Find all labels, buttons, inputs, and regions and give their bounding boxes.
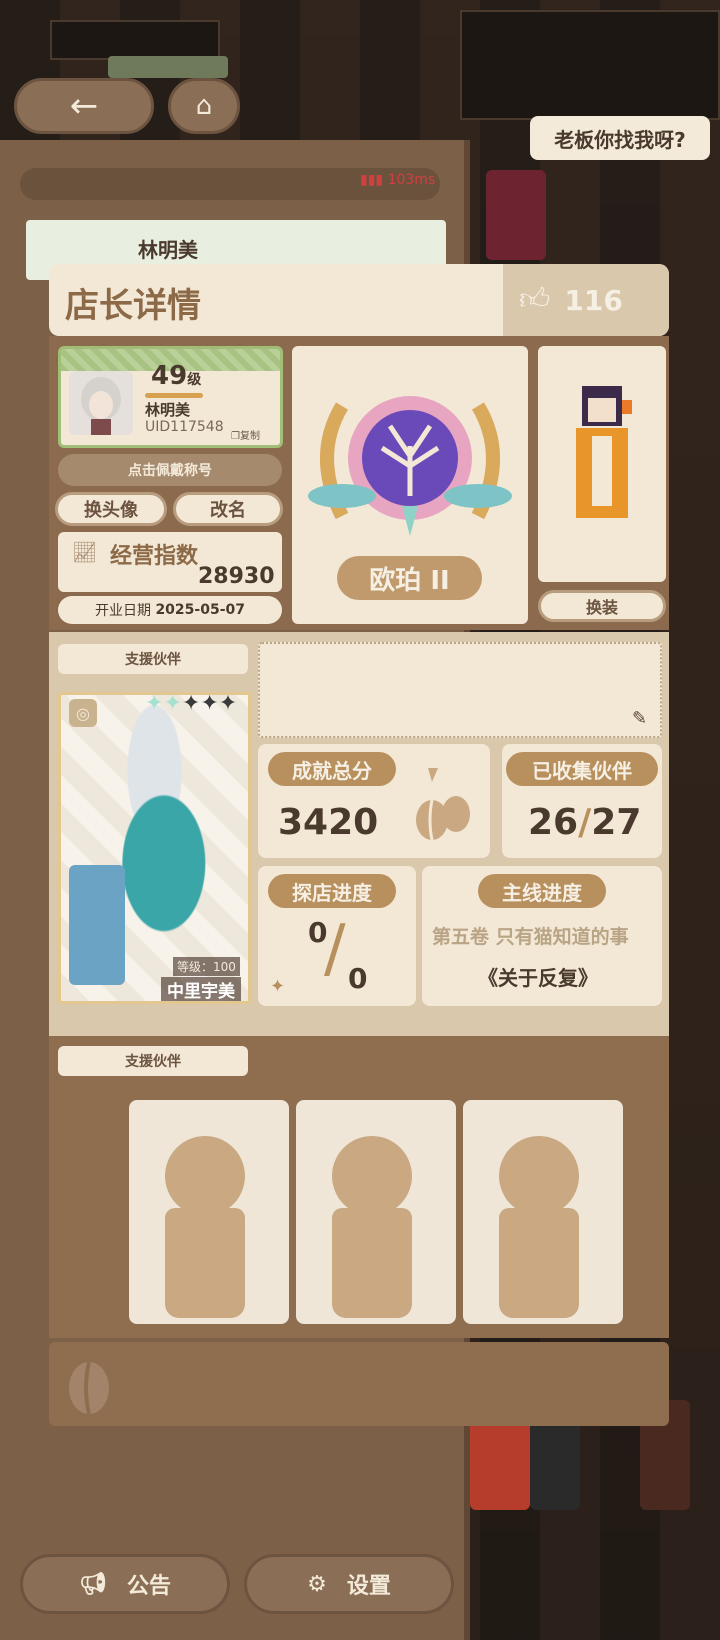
business-index-label: 经营指数 <box>110 544 199 569</box>
player-name: 林明美 <box>145 401 191 419</box>
achievement-value: 3420 <box>278 802 379 843</box>
rename-button[interactable]: 改名 <box>173 492 283 526</box>
star-icon: ✦ <box>163 692 182 716</box>
support-slot[interactable] <box>129 1100 289 1324</box>
home-button[interactable]: ⌂ <box>168 78 240 134</box>
rank-label: 欧珀 II <box>337 556 482 600</box>
notice-icon: 📢︎ <box>79 1571 107 1597</box>
star-icon: ✦ <box>200 692 219 716</box>
partner-level: 等级：100 <box>173 957 240 976</box>
collected-value: 26/27 <box>528 802 642 843</box>
partner-name: 中里宇美 <box>161 977 241 1001</box>
support-slot[interactable] <box>296 1100 456 1324</box>
collected-label: 已收集伙伴 <box>506 752 658 786</box>
coffee-bean-icon <box>416 768 470 841</box>
star-icon: ✦ <box>181 692 201 716</box>
business-index-card: 📈︎ 经营指数 28930 <box>58 532 282 592</box>
profile-card: 49级 林明美 UID117548 ❐复制 <box>58 346 283 448</box>
player-level: 49级 <box>151 361 202 391</box>
notice-button[interactable]: 📢︎ 公告 <box>20 1554 230 1614</box>
coffee-bean-icon <box>69 1361 109 1415</box>
change-outfit-button[interactable]: 换装 <box>538 590 666 622</box>
back-button[interactable]: ← <box>14 78 154 134</box>
network-ping: ▮▮▮ 103ms <box>360 172 436 188</box>
support-partner-card[interactable]: ◎ ✦✦✦✦✦ 等级：100 中里宇美 <box>58 692 251 1004</box>
level-progress-bar <box>145 393 203 398</box>
support-partner-label: 支援伙伴 <box>58 644 248 674</box>
explore-progress-card: 探店进度 0 / 0 ✦ <box>258 866 416 1006</box>
partner-element-icon: ◎ <box>69 699 97 727</box>
player-uid: UID117548 <box>145 419 224 435</box>
energy-bar <box>108 56 228 78</box>
story-label: 主线进度 <box>478 874 606 908</box>
pixel-character-girl <box>486 170 546 260</box>
signal-icon: ▮▮▮ <box>360 172 384 188</box>
empty-slot-silhouette <box>332 1208 412 1318</box>
support-partner-label: 支援伙伴 <box>58 1046 248 1076</box>
gear-icon: ⚙ <box>307 1571 327 1597</box>
story-title: 《关于反复》 <box>478 966 598 990</box>
page-title: 店长详情 <box>65 286 201 326</box>
support-slot[interactable] <box>463 1100 623 1324</box>
like-button[interactable]: 👍︎ 116 <box>503 264 669 336</box>
chart-icon: 📈︎ <box>72 540 98 564</box>
shop-shelf <box>460 10 720 120</box>
pixel-character-partner <box>69 865 125 985</box>
avatar[interactable] <box>69 371 133 435</box>
achievement-card: 成就总分 3420 <box>258 744 490 858</box>
open-date: 开业日期 2025-05-07 <box>58 596 282 624</box>
like-count: 116 <box>564 283 623 317</box>
footer-strip <box>49 1342 669 1426</box>
underlying-name: 林明美 <box>138 238 198 262</box>
story-chapter: 第五卷 只有猫知道的事 <box>432 926 629 948</box>
arrow-left-icon: ← <box>69 86 99 126</box>
empty-slot-silhouette <box>499 1208 579 1318</box>
empty-slot-silhouette <box>165 1136 245 1216</box>
story-progress-card: 主线进度 第五卷 只有猫知道的事 《关于反复》 <box>422 866 662 1006</box>
business-index-value: 28930 <box>198 564 275 589</box>
copy-icon: ❐ <box>231 431 240 442</box>
explore-total: 0 <box>348 962 368 995</box>
star-icon: ✦ <box>145 692 164 716</box>
card-header: 店长详情 👍︎ 116 <box>49 264 669 336</box>
copy-uid-button[interactable]: ❐复制 <box>231 427 260 442</box>
rank-emblem <box>308 396 512 536</box>
home-icon: ⌂ <box>195 91 213 121</box>
outfit-preview <box>538 346 666 582</box>
collected-partners-card: 已收集伙伴 26/27 <box>502 744 662 858</box>
thumbs-up-icon: 👍︎ <box>519 282 551 317</box>
explore-divider: / <box>324 912 346 986</box>
speech-bubble: 老板你找我呀? <box>530 116 710 160</box>
star-icon: ✦ <box>218 692 238 716</box>
empty-slot-silhouette <box>499 1136 579 1216</box>
rank-card: 欧珀 II <box>292 346 528 624</box>
sparkle-icon: ✦ <box>270 976 286 997</box>
shop-wall <box>50 20 220 60</box>
explore-label: 探店进度 <box>268 874 396 908</box>
star-rating: ✦✦✦✦✦ <box>145 692 238 716</box>
empty-slot-silhouette <box>165 1208 245 1318</box>
empty-slot-silhouette <box>332 1136 412 1216</box>
edit-icon[interactable]: ✎ <box>632 708 647 729</box>
wear-title-button[interactable]: 点击佩戴称号 <box>58 454 282 486</box>
change-avatar-button[interactable]: 换头像 <box>55 492 167 526</box>
pixel-character-outfit <box>576 386 632 518</box>
settings-button[interactable]: ⚙ 设置 <box>244 1554 454 1614</box>
signature-box[interactable]: ✎ <box>258 642 662 738</box>
achievement-label: 成就总分 <box>268 752 396 786</box>
